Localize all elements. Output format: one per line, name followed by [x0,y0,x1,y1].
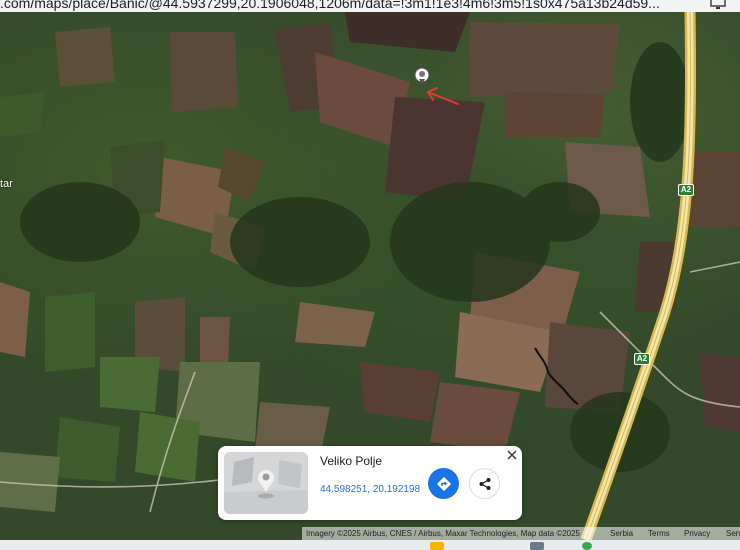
os-taskbar [0,540,740,550]
place-coordinates[interactable]: 44.598251, 20.192198 [320,484,420,495]
browser-address-bar[interactable]: .com/maps/place/Banić/@44.5937299,20.190… [0,0,740,12]
highway-shield-a2: A2 [678,184,694,196]
place-info-card[interactable]: Veliko Polje 44.598251, 20.192198 [218,446,522,520]
share-button[interactable] [469,468,500,499]
url-text[interactable]: .com/maps/place/Banić/@44.5937299,20.190… [0,0,660,11]
send-feedback-link[interactable]: Sen [726,527,740,540]
place-label: tar [0,178,13,190]
monitor-icon[interactable] [710,0,726,10]
file-explorer-icon[interactable] [430,542,444,550]
highway-shield-a2: A2 [634,353,650,365]
directions-button[interactable] [428,468,459,499]
country-label: Serbia [610,529,634,538]
chrome-icon[interactable] [582,542,592,550]
close-icon [507,450,517,460]
terms-link[interactable]: Terms [648,527,670,540]
map-attribution: Imagery ©2025 Airbus, CNES / Airbus, Max… [302,527,740,540]
close-button[interactable] [505,448,519,462]
privacy-link[interactable]: Privacy [684,527,710,540]
street-view-placeholder-icon[interactable] [224,452,308,514]
imagery-credit: Imagery ©2025 Airbus, CNES / Airbus, Max… [306,529,581,538]
location-pin-icon[interactable] [414,67,430,84]
directions-icon [436,476,451,491]
place-title: Veliko Polje [320,454,383,468]
share-icon [479,477,490,490]
app-icon[interactable] [530,542,544,550]
